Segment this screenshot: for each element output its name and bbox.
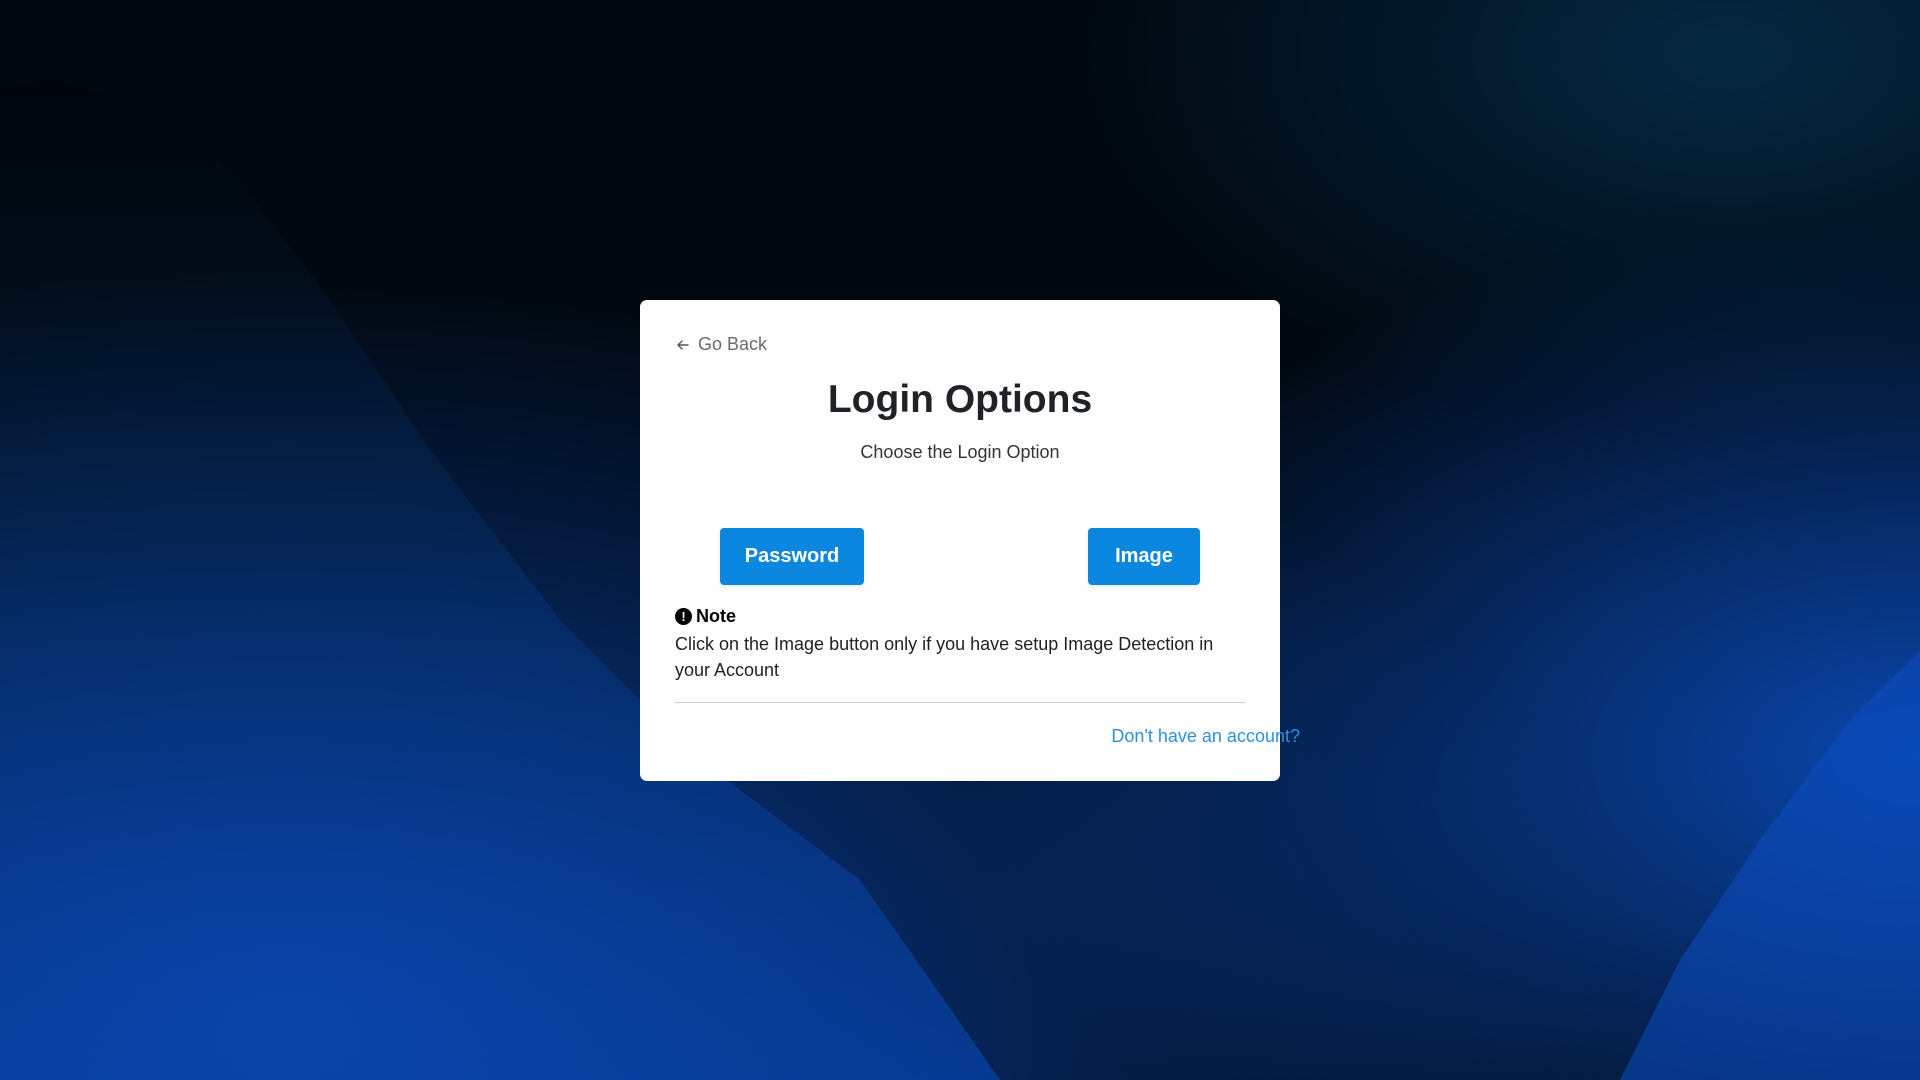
page-title: Login Options [827, 378, 1093, 421]
signup-link[interactable]: Don't have an account? [1111, 726, 1300, 747]
password-login-button[interactable]: Password [720, 528, 864, 585]
divider [675, 702, 1245, 703]
note-section: ! Note Click on the Image button only if… [675, 606, 1245, 683]
login-options-card: Go Back Login Options Choose the Login O… [640, 300, 1300, 781]
arrow-left-icon [677, 339, 689, 350]
note-heading-row: ! Note [675, 606, 1245, 627]
image-login-button[interactable]: Image [1088, 528, 1200, 585]
go-back-label: Go Back [698, 334, 768, 354]
note-heading: Note [696, 606, 736, 626]
exclamation-circle-icon: ! [675, 608, 692, 625]
page-subtitle: Choose the Login Option [860, 442, 1060, 462]
note-text: Click on the Image button only if you ha… [675, 634, 1214, 680]
go-back-link[interactable]: Go Back [676, 334, 767, 355]
